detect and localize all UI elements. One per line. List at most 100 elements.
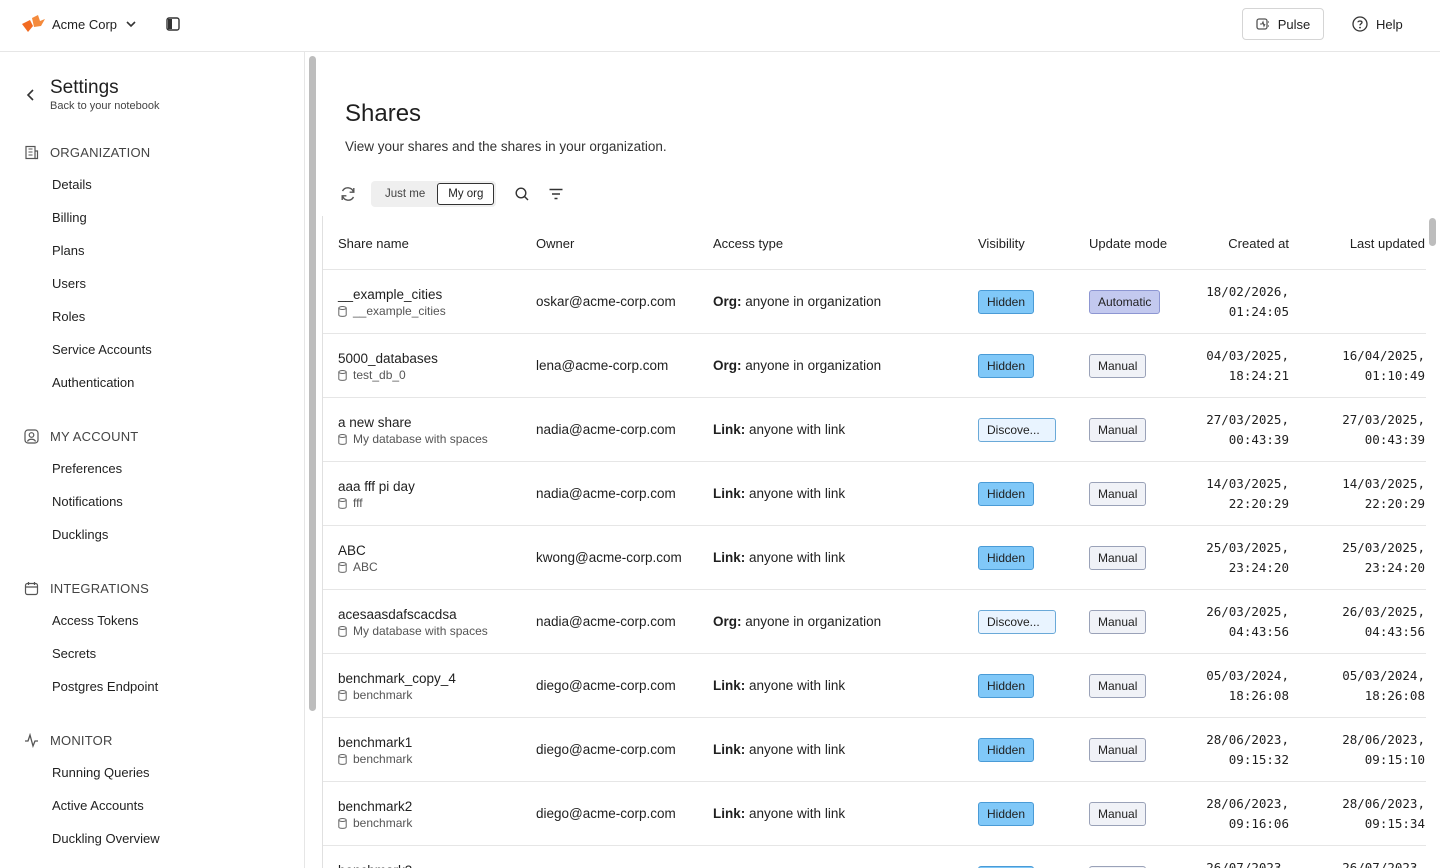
column-last-updated[interactable]: Last updated (1350, 236, 1425, 251)
column-created-at[interactable]: Created at (1228, 236, 1289, 251)
share-database: My database with spaces (338, 624, 488, 638)
created-at-cell: 26/07/2023, (1206, 858, 1289, 868)
created-time: 09:16:06 (1228, 816, 1289, 831)
table-row[interactable]: ABC ABC kwong@acme-corp.com Link: anyone wi… (323, 526, 1426, 590)
access-kind: Link: (713, 806, 746, 821)
table-scrollbar[interactable] (1429, 218, 1436, 246)
sidebar-item-authentication[interactable]: Authentication (52, 375, 134, 391)
database-name: ABC (353, 560, 378, 574)
column-visibility[interactable]: Visibility (978, 236, 1025, 251)
access-type-cell: Org: anyone in organization (713, 614, 881, 629)
last-updated-cell: 14/03/2025, 22:20:29 (1342, 474, 1425, 514)
created-at-cell: 05/03/2024, 18:26:08 (1206, 666, 1289, 706)
section-title: MY ACCOUNT (50, 428, 139, 444)
created-time: 09:15:32 (1228, 752, 1289, 767)
created-time: 01:24:05 (1228, 304, 1289, 319)
last-updated-cell: 28/06/2023, 09:15:34 (1342, 794, 1425, 834)
table-row[interactable]: benchmark3benchmarkdiego@acme-corp.comLi… (323, 846, 1426, 868)
access-type-cell: Link: anyone with link (713, 806, 845, 821)
back-to-notebook[interactable]: Settings Back to your notebook (24, 78, 159, 112)
visibility-badge: Hidden (978, 802, 1035, 826)
section-organization: ORGANIZATION (24, 144, 150, 160)
sidebar-item-ducklings[interactable]: Ducklings (52, 527, 108, 543)
column-share-name[interactable]: Share name (338, 236, 409, 251)
sidebar-item-secrets[interactable]: Secrets (52, 646, 96, 662)
updated-date: 16/04/2025, (1342, 348, 1425, 363)
update-mode-badge: Manual (1089, 354, 1147, 378)
sidebar-item-postgres-endpoint[interactable]: Postgres Endpoint (52, 679, 158, 695)
sidebar-item-plans[interactable]: Plans (52, 243, 85, 259)
share-name: ABC (338, 543, 366, 558)
table-row[interactable]: a new share My database with spaces nadia@… (323, 398, 1426, 462)
refresh-icon[interactable] (339, 185, 357, 203)
table-row[interactable]: aaa fff pi day fff nadia@acme-corp.com Link… (323, 462, 1426, 526)
sidebar-item-duckling-overview[interactable]: Duckling Overview (52, 831, 160, 847)
sidebar-toggle-icon[interactable] (164, 16, 182, 32)
last-updated-cell: 05/03/2024, 18:26:08 (1342, 666, 1425, 706)
updated-time: 09:15:34 (1364, 816, 1425, 831)
share-name-cell: aaa fff pi day fff (338, 479, 415, 510)
update-mode-badge: Manual (1089, 418, 1147, 442)
sidebar-item-billing[interactable]: Billing (52, 210, 87, 226)
created-time: 18:24:21 (1228, 368, 1289, 383)
owner-cell: diego@acme-corp.com (536, 806, 676, 821)
pulse-button[interactable]: Pulse (1242, 8, 1324, 40)
table-row[interactable]: 5000_databases test_db_0 lena@acme-corp.co… (323, 334, 1426, 398)
last-updated-cell: 26/07/2023, (1342, 858, 1425, 868)
column-owner[interactable]: Owner (536, 236, 574, 251)
sidebar-item-access-tokens[interactable]: Access Tokens (52, 613, 138, 629)
sidebar-item-preferences[interactable]: Preferences (52, 461, 122, 477)
help-button[interactable]: Help (1352, 14, 1403, 34)
scope-just-me[interactable]: Just me (373, 183, 437, 205)
updated-time: 04:43:56 (1364, 624, 1425, 639)
sidebar-item-details[interactable]: Details (52, 177, 92, 193)
sidebar-item-notifications[interactable]: Notifications (52, 494, 123, 510)
access-kind: Link: (713, 678, 746, 693)
created-date: 27/03/2025, (1206, 412, 1289, 427)
update-mode-badge: Manual (1089, 482, 1147, 506)
scope-my-org[interactable]: My org (437, 183, 495, 205)
sidebar-item-users[interactable]: Users (52, 276, 86, 292)
updated-time: 01:10:49 (1364, 368, 1425, 383)
main-content: Shares View your shares and the shares i… (306, 52, 1440, 868)
share-database: ABC (338, 560, 378, 574)
column-update-mode[interactable]: Update mode (1089, 236, 1167, 251)
updated-date: 27/03/2025, (1342, 412, 1425, 427)
database-icon (338, 625, 347, 637)
table-row[interactable]: benchmark1 benchmark diego@acme-corp.com Li… (323, 718, 1426, 782)
sidebar-item-active-accounts[interactable]: Active Accounts (52, 798, 144, 814)
table-row[interactable]: benchmark_copy_4 benchmark diego@acme-corp… (323, 654, 1426, 718)
table-row[interactable]: __example_cities __example_cities oskar@ac… (323, 270, 1426, 334)
share-name: acesaasdafscacdsa (338, 607, 457, 622)
update-mode-badge: Manual (1089, 674, 1147, 698)
share-name: benchmark_copy_4 (338, 671, 456, 686)
sidebar-item-roles[interactable]: Roles (52, 309, 85, 325)
update-mode-badge: Automatic (1089, 290, 1161, 314)
share-database: __example_cities (338, 304, 446, 318)
created-at-cell: 18/02/2026, 01:24:05 (1206, 282, 1289, 322)
scope-toggle: Just me My org (371, 181, 497, 207)
search-icon[interactable] (514, 186, 530, 202)
section-title: MONITOR (50, 732, 113, 748)
share-database: fff (338, 496, 415, 510)
owner-cell: kwong@acme-corp.com (536, 550, 682, 565)
share-database: benchmark (338, 752, 412, 766)
section-my-account: MY ACCOUNT (24, 428, 138, 444)
pulse-icon (1256, 18, 1269, 30)
last-updated-cell: 27/03/2025, 00:43:39 (1342, 410, 1425, 450)
column-access-type[interactable]: Access type (713, 236, 783, 251)
sidebar-item-service-accounts[interactable]: Service Accounts (52, 342, 152, 358)
table-row[interactable]: benchmark2 benchmark diego@acme-corp.com Li… (323, 782, 1426, 846)
database-name: benchmark (353, 688, 413, 702)
database-icon (338, 753, 347, 765)
database-name: fff (353, 496, 363, 510)
visibility-badge: Discove... (978, 610, 1056, 634)
table-row[interactable]: acesaasdafscacdsa My database with spaces… (323, 590, 1426, 654)
share-name: 5000_databases (338, 351, 438, 366)
filter-icon[interactable] (548, 186, 564, 202)
sidebar-item-running-queries[interactable]: Running Queries (52, 765, 150, 781)
database-name: benchmark (353, 752, 413, 766)
share-database: My database with spaces (338, 432, 488, 446)
access-description: anyone with link (749, 486, 846, 501)
org-switcher[interactable]: Acme Corp (20, 14, 137, 34)
